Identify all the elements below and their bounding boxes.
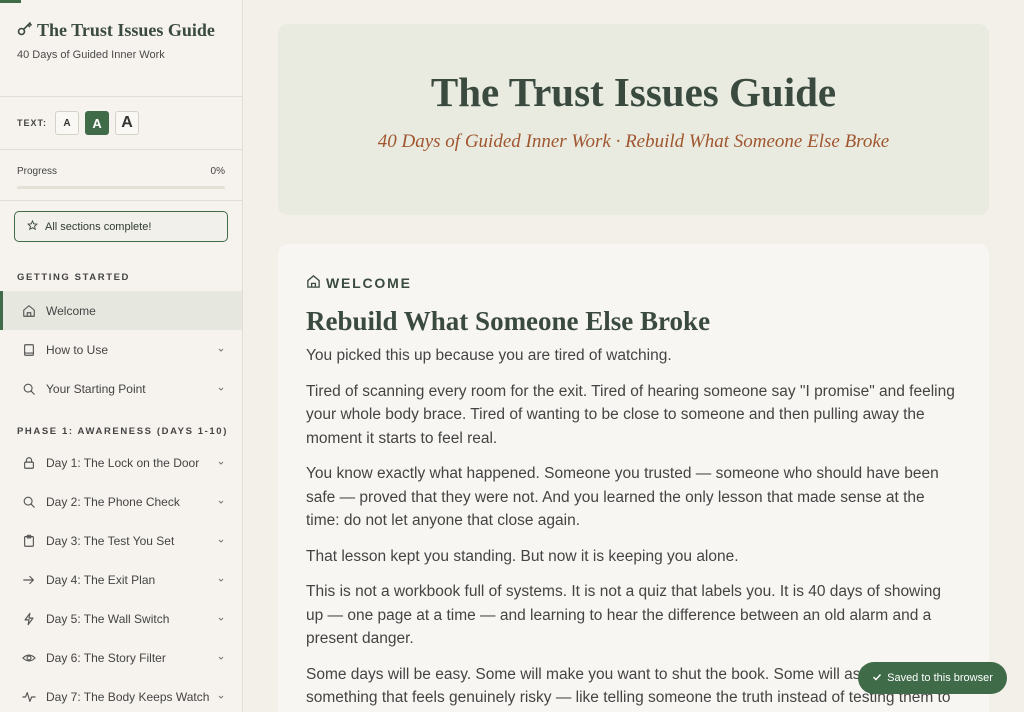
sidebar-item-label: Day 2: The Phone Check xyxy=(46,494,180,509)
text-size-control: TEXT: A A A xyxy=(0,97,242,150)
hero-banner: The Trust Issues Guide 40 Days of Guided… xyxy=(278,24,989,215)
card-title: Rebuild What Someone Else Broke xyxy=(306,306,711,336)
sidebar-item-day-3-the-test-you-set[interactable]: Day 3: The Test You Set xyxy=(0,521,242,560)
card-paragraph: That lesson kept you standing. But now i… xyxy=(306,547,739,565)
check-icon xyxy=(872,672,882,685)
all-sections-complete-button[interactable]: All sections complete! xyxy=(14,211,228,242)
progress-track xyxy=(17,186,225,189)
section-label: GETTING STARTED xyxy=(17,272,131,283)
welcome-card: WELCOME Rebuild What Someone Else Broke … xyxy=(278,244,989,712)
eye-icon xyxy=(21,650,36,665)
sidebar-item-your-starting-point[interactable]: Your Starting Point xyxy=(0,369,242,408)
book-icon xyxy=(21,342,36,357)
brand-subtitle: 40 Days of Guided Inner Work xyxy=(17,49,165,61)
progress: Progress 0% xyxy=(0,150,242,201)
card-body: You picked this up because you are tired… xyxy=(306,344,961,712)
chevron-down-icon[interactable] xyxy=(217,385,225,393)
search-icon xyxy=(21,381,36,396)
home-icon xyxy=(306,274,321,292)
chevron-down-icon[interactable] xyxy=(217,654,225,662)
chevron-down-icon[interactable] xyxy=(217,459,225,467)
toast-label: Saved to this browser xyxy=(887,672,993,684)
sidebar-nav: GETTING STARTED Welcome How to Use Your Sta… xyxy=(0,272,242,712)
sidebar-item-day-4-the-exit-plan[interactable]: Day 4: The Exit Plan xyxy=(0,560,242,599)
text-size-large-button[interactable]: A xyxy=(115,111,140,135)
sidebar-item-day-5-the-wall-switch[interactable]: Day 5: The Wall Switch xyxy=(0,599,242,638)
sidebar-item-label: Day 5: The Wall Switch xyxy=(46,611,170,626)
sidebar-item-label: Day 7: The Body Keeps Watch xyxy=(46,689,210,704)
brand-title-text: The Trust Issues Guide xyxy=(37,19,215,40)
sidebar-item-label: Welcome xyxy=(46,303,96,318)
star-icon xyxy=(26,219,39,234)
card-paragraph: You picked this up because you are tired… xyxy=(306,347,672,364)
complete-button-label: All sections complete! xyxy=(45,220,152,233)
lock-icon xyxy=(21,455,36,470)
chevron-down-icon[interactable] xyxy=(217,346,225,354)
text-size-small-button[interactable]: A xyxy=(55,111,80,135)
sidebar-item-welcome[interactable]: Welcome xyxy=(0,291,242,330)
saved-toast: Saved to this browser xyxy=(858,662,1007,694)
chevron-down-icon[interactable] xyxy=(217,615,225,623)
clipboard-icon xyxy=(21,533,36,548)
key-icon xyxy=(17,20,33,41)
card-paragraph: Tired of scanning every room for the exi… xyxy=(306,382,955,447)
sidebar-item-label: How to Use xyxy=(46,342,109,357)
top-accent-bar xyxy=(0,0,21,3)
sidebar-item-day-7-the-body-keeps-watch[interactable]: Day 7: The Body Keeps Watch xyxy=(0,677,242,712)
sidebar-item-label: Day 3: The Test You Set xyxy=(46,533,175,548)
sidebar-item-label: Day 4: The Exit Plan xyxy=(46,572,156,587)
sidebar-item-label: Your Starting Point xyxy=(46,381,146,396)
card-paragraph: This is not a workbook full of systems. … xyxy=(306,583,941,647)
lightning-icon xyxy=(21,611,36,626)
sidebar-item-label: Day 1: The Lock on the Door xyxy=(46,455,200,470)
chevron-down-icon[interactable] xyxy=(217,576,225,584)
search-icon xyxy=(21,494,36,509)
card-eyebrow: WELCOME xyxy=(306,274,961,292)
text-size-medium-button[interactable]: A xyxy=(85,111,110,135)
hero-title: The Trust Issues Guide xyxy=(430,69,837,115)
pulse-icon xyxy=(21,689,36,704)
sidebar-item-label: Day 6: The Story Filter xyxy=(46,650,166,665)
chevron-down-icon[interactable] xyxy=(217,693,225,701)
card-eyebrow-text: WELCOME xyxy=(326,275,412,291)
text-size-label: TEXT: xyxy=(17,118,48,128)
progress-label: Progress xyxy=(17,166,58,177)
brand-title[interactable]: The Trust Issues Guide xyxy=(17,20,225,40)
sidebar: The Trust Issues Guide 40 Days of Guided… xyxy=(0,0,243,712)
card-paragraph: You know exactly what happened. Someone … xyxy=(306,465,939,529)
sidebar-item-how-to-use[interactable]: How to Use xyxy=(0,330,242,369)
chevron-down-icon[interactable] xyxy=(217,498,225,506)
hero-subtitle: 40 Days of Guided Inner Work · Rebuild W… xyxy=(377,131,890,152)
progress-value: 0% xyxy=(210,166,225,177)
arrow-right-icon xyxy=(21,572,36,587)
sidebar-item-day-6-the-story-filter[interactable]: Day 6: The Story Filter xyxy=(0,638,242,677)
chevron-down-icon[interactable] xyxy=(217,537,225,545)
section-label: PHASE 1: AWARENESS (DAYS 1-10) xyxy=(17,426,228,437)
sidebar-item-day-2-the-phone-check[interactable]: Day 2: The Phone Check xyxy=(0,482,242,521)
sidebar-item-day-1-the-lock-on-the-door[interactable]: Day 1: The Lock on the Door xyxy=(0,443,242,482)
home-icon xyxy=(21,303,36,318)
brand: The Trust Issues Guide 40 Days of Guided… xyxy=(0,0,242,97)
